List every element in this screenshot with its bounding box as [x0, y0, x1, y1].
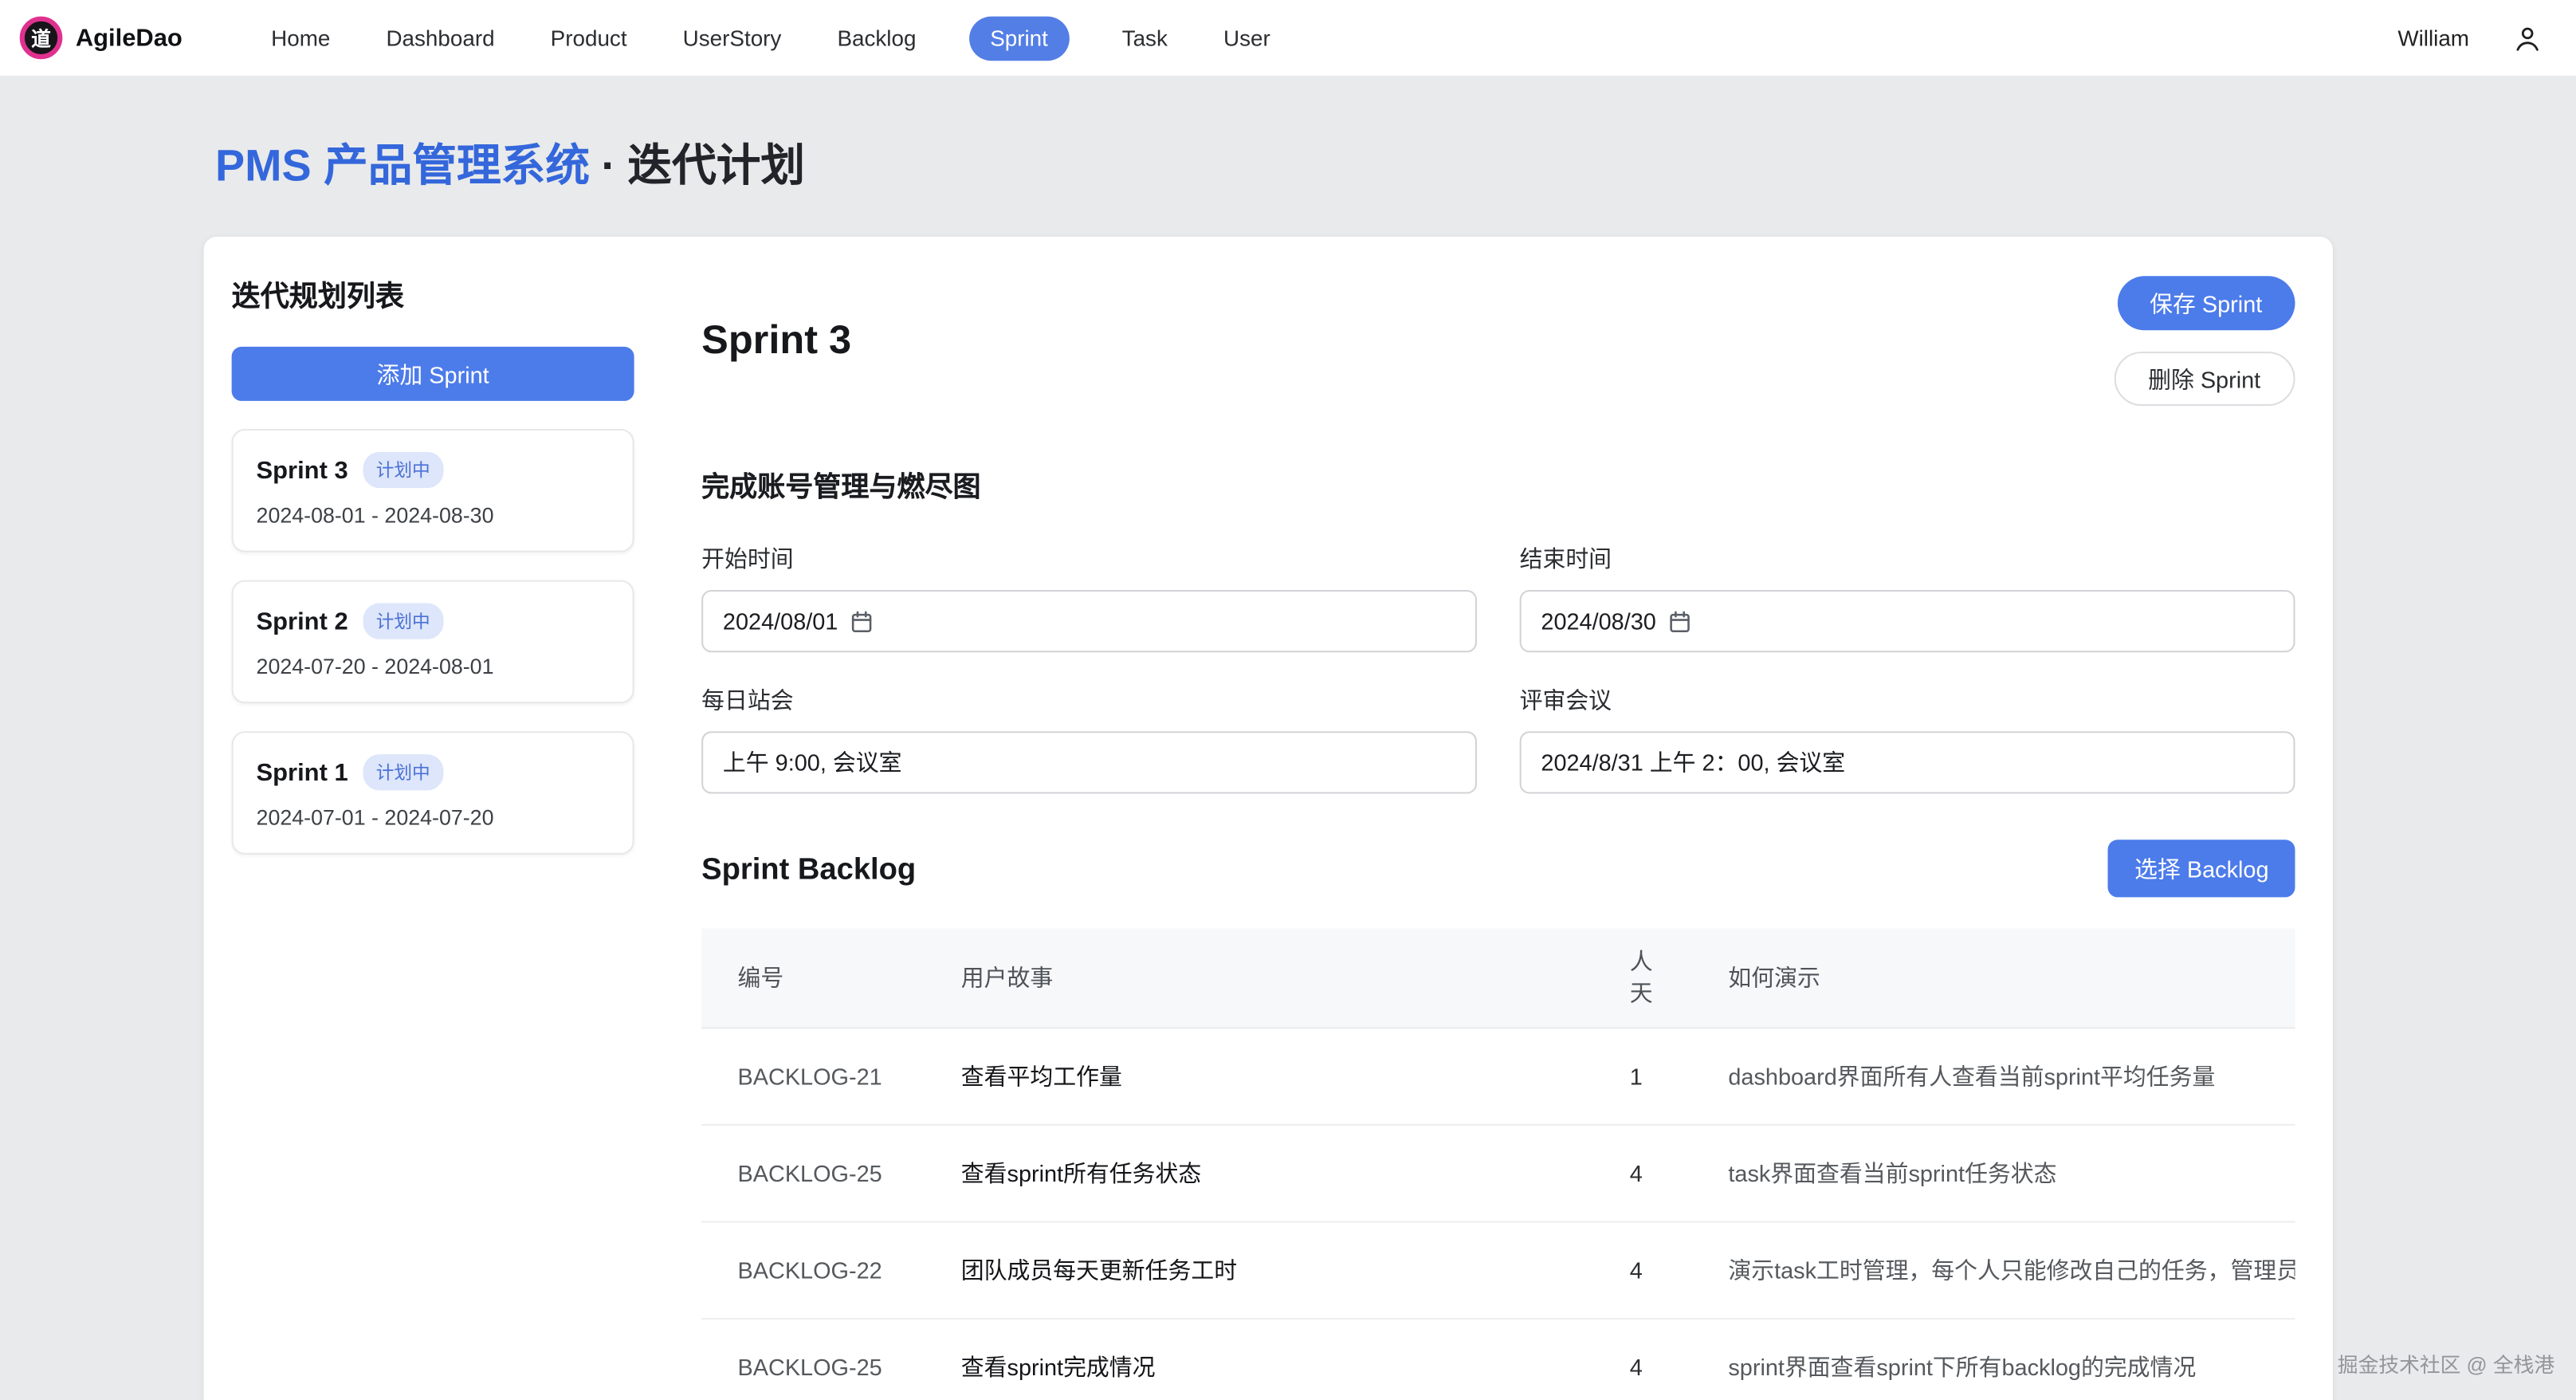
nav-item-task[interactable]: Task: [1119, 16, 1171, 61]
cell-id: BACKLOG-22: [701, 1221, 925, 1319]
sprint-form: 开始时间 2024/08/01 结束时间 2024/08/30: [701, 511, 2295, 794]
nav-item-sprint[interactable]: Sprint: [968, 16, 1069, 61]
backlog-table-header-row: 编号 用户故事 人天 如何演示: [701, 929, 2295, 1028]
main-nav: Home Dashboard Product UserStory Backlog…: [268, 16, 1274, 61]
brand-name: AgileDao: [76, 24, 183, 52]
sprint-detail-panel: Sprint 3 保存 Sprint 删除 Sprint 完成账号管理与燃尽图 …: [661, 237, 2333, 1400]
sprint-list-panel: 迭代规划列表 添加 Sprint Sprint 3 计划中 2024-08-01…: [204, 237, 661, 1400]
nav-item-home[interactable]: Home: [268, 16, 333, 61]
cell-days: 4: [1593, 1221, 1692, 1319]
end-date-label: 结束时间: [1520, 542, 2295, 575]
review-meeting-field: 评审会议 2024/8/31 上午 2：00, 会议室: [1520, 652, 2295, 793]
nav-item-userstory[interactable]: UserStory: [680, 16, 785, 61]
cell-story: 查看sprint完成情况: [925, 1319, 1593, 1400]
brand[interactable]: 道 AgileDao: [20, 17, 183, 60]
sprint-list-item-2[interactable]: Sprint 2 计划中 2024-07-20 - 2024-08-01: [232, 580, 634, 704]
cell-days: 1: [1593, 1028, 1692, 1125]
status-badge: 计划中: [363, 603, 443, 639]
daily-standup-label: 每日站会: [701, 683, 1477, 716]
logo-char: 道: [31, 24, 51, 52]
sprint-item-dates: 2024-07-20 - 2024-08-01: [257, 654, 610, 678]
sprint-item-name: Sprint 2: [257, 608, 348, 635]
cell-id: BACKLOG-25: [701, 1319, 925, 1400]
end-date-value: 2024/08/30: [1541, 608, 1655, 635]
page-title-separator: ·: [601, 141, 616, 191]
start-date-field: 开始时间 2024/08/01: [701, 511, 1477, 652]
sprint-item-head: Sprint 1 计划中: [257, 754, 610, 790]
cell-days: 4: [1593, 1124, 1692, 1221]
sprint-list-title: 迭代规划列表: [232, 274, 634, 316]
page-title: PMS 产品管理系统·迭代计划: [215, 130, 2576, 194]
calendar-icon: [1667, 609, 1692, 634]
daily-standup-input[interactable]: 上午 9:00, 会议室: [701, 731, 1477, 793]
select-backlog-button[interactable]: 选择 Backlog: [2108, 840, 2295, 897]
sprint-item-name: Sprint 3: [257, 456, 348, 484]
cell-demo: task界面查看当前sprint任务状态: [1692, 1124, 2295, 1221]
username[interactable]: William: [2397, 26, 2469, 50]
stage: 道 AgileDao Home Dashboard Product UserSt…: [0, 0, 2576, 1400]
cell-id: BACKLOG-21: [701, 1028, 925, 1125]
save-sprint-button[interactable]: 保存 Sprint: [2117, 276, 2295, 330]
top-navbar: 道 AgileDao Home Dashboard Product UserSt…: [0, 0, 2576, 76]
review-meeting-value: 2024/8/31 上午 2：00, 会议室: [1541, 746, 1845, 779]
watermark: 掘金技术社区 @ 全栈港: [2338, 1347, 2554, 1378]
sprint-list-item-3[interactable]: Sprint 3 计划中 2024-08-01 - 2024-08-30: [232, 429, 634, 553]
col-header-days: 人天: [1593, 929, 1692, 1028]
cell-id: BACKLOG-25: [701, 1124, 925, 1221]
backlog-table: 编号 用户故事 人天 如何演示 BACKLOG-21 查看平均工作量 1 das…: [701, 929, 2295, 1400]
cell-story: 团队成员每天更新任务工时: [925, 1221, 1593, 1319]
backlog-section-title: Sprint Backlog: [701, 851, 916, 887]
start-date-label: 开始时间: [701, 542, 1477, 575]
calendar-icon: [850, 609, 874, 634]
cell-days: 4: [1593, 1319, 1692, 1400]
col-header-id: 编号: [701, 929, 925, 1028]
sprint-item-dates: 2024-07-01 - 2024-07-20: [257, 805, 610, 830]
end-date-field: 结束时间 2024/08/30: [1520, 511, 2295, 652]
sprint-detail-header: Sprint 3 保存 Sprint 删除 Sprint: [701, 276, 2295, 406]
add-sprint-button[interactable]: 添加 Sprint: [232, 347, 634, 401]
review-meeting-label: 评审会议: [1520, 683, 2295, 716]
nav-item-user[interactable]: User: [1220, 16, 1274, 61]
page-title-secondary: 迭代计划: [627, 141, 805, 191]
sprint-detail-title: Sprint 3: [701, 319, 851, 365]
status-badge: 计划中: [363, 452, 443, 488]
table-row[interactable]: BACKLOG-25 查看sprint所有任务状态 4 task界面查看当前sp…: [701, 1124, 2295, 1221]
end-date-input[interactable]: 2024/08/30: [1520, 590, 2295, 652]
logo-icon: 道: [20, 17, 63, 60]
nav-item-backlog[interactable]: Backlog: [834, 16, 919, 61]
cell-demo: 演示task工时管理，每个人只能修改自己的任务，管理员可: [1692, 1221, 2295, 1319]
table-row[interactable]: BACKLOG-25 查看sprint完成情况 4 sprint界面查看spri…: [701, 1319, 2295, 1400]
nav-right: William: [2397, 22, 2550, 53]
cell-demo: sprint界面查看sprint下所有backlog的完成情况: [1692, 1319, 2295, 1400]
app: 道 AgileDao Home Dashboard Product UserSt…: [0, 0, 2576, 1400]
table-row[interactable]: BACKLOG-22 团队成员每天更新任务工时 4 演示task工时管理，每个人…: [701, 1221, 2295, 1319]
col-header-story: 用户故事: [925, 929, 1593, 1028]
review-meeting-input[interactable]: 2024/8/31 上午 2：00, 会议室: [1520, 731, 2295, 793]
cell-story: 查看sprint所有任务状态: [925, 1124, 1593, 1221]
page-title-primary: PMS 产品管理系统: [215, 141, 590, 191]
daily-standup-field: 每日站会 上午 9:00, 会议室: [701, 652, 1477, 793]
backlog-section-header: Sprint Backlog 选择 Backlog: [701, 840, 2295, 897]
sprint-goal: 完成账号管理与燃尽图: [701, 463, 2295, 505]
sprint-item-dates: 2024-08-01 - 2024-08-30: [257, 503, 610, 528]
col-header-demo: 如何演示: [1692, 929, 2295, 1028]
main-card: 迭代规划列表 添加 Sprint Sprint 3 计划中 2024-08-01…: [204, 237, 2333, 1400]
user-icon[interactable]: [2512, 22, 2543, 53]
start-date-value: 2024/08/01: [723, 608, 838, 635]
sprint-item-head: Sprint 2 计划中: [257, 603, 610, 639]
nav-item-product[interactable]: Product: [548, 16, 630, 61]
status-badge: 计划中: [363, 754, 443, 790]
delete-sprint-button[interactable]: 删除 Sprint: [2114, 352, 2295, 406]
sprint-action-buttons: 保存 Sprint 删除 Sprint: [2114, 276, 2295, 406]
table-row[interactable]: BACKLOG-21 查看平均工作量 1 dashboard界面所有人查看当前s…: [701, 1028, 2295, 1125]
sprint-item-name: Sprint 1: [257, 758, 348, 786]
cell-demo: dashboard界面所有人查看当前sprint平均任务量: [1692, 1028, 2295, 1125]
sprint-list-item-1[interactable]: Sprint 1 计划中 2024-07-01 - 2024-07-20: [232, 731, 634, 855]
nav-item-dashboard[interactable]: Dashboard: [383, 16, 497, 61]
cell-story: 查看平均工作量: [925, 1028, 1593, 1125]
sprint-item-head: Sprint 3 计划中: [257, 452, 610, 488]
daily-standup-value: 上午 9:00, 会议室: [723, 746, 902, 779]
start-date-input[interactable]: 2024/08/01: [701, 590, 1477, 652]
